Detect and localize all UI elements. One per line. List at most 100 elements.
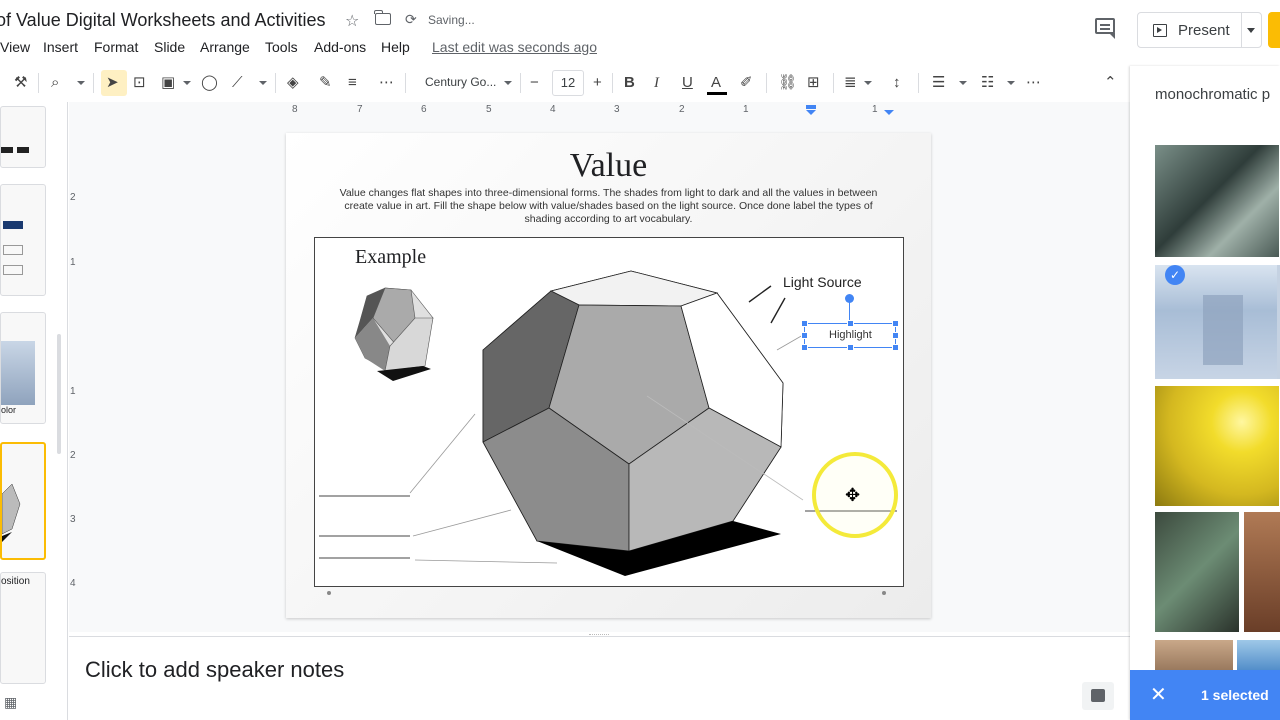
align-icon[interactable]: ≣ xyxy=(844,74,857,92)
link-icon[interactable]: ⛓ xyxy=(778,74,797,92)
text-color-button[interactable]: A xyxy=(711,74,721,92)
share-button[interactable] xyxy=(1268,12,1280,48)
resize-handle[interactable] xyxy=(892,344,899,351)
highlight-label[interactable]: Highlight xyxy=(829,329,872,341)
image-icon[interactable]: ▣ xyxy=(161,74,175,92)
border-color-icon[interactable]: ✎ xyxy=(319,74,332,92)
fill-color-icon[interactable]: ◈ xyxy=(287,74,299,92)
comment-history-icon[interactable] xyxy=(1095,18,1115,39)
increase-font-button[interactable]: + xyxy=(593,74,602,92)
toolbar-divider xyxy=(833,73,834,93)
present-button[interactable]: Present xyxy=(1137,12,1262,48)
worksheet-frame[interactable]: Example Light Source Highlight xyxy=(314,237,904,587)
notes-resize-handle[interactable] xyxy=(589,634,609,637)
present-icon xyxy=(1153,24,1167,37)
menu-arrange[interactable]: Arrange xyxy=(200,39,250,55)
line-icon[interactable]: ⟋ xyxy=(232,74,243,92)
resize-handle[interactable] xyxy=(847,344,854,351)
ruler-tick-label: 5 xyxy=(486,104,492,115)
chevron-down-icon[interactable] xyxy=(183,81,191,85)
result-image-brown[interactable] xyxy=(1244,512,1280,632)
line-spacing-icon[interactable]: ↕ xyxy=(893,74,901,92)
bold-button[interactable]: B xyxy=(624,74,635,92)
bulleted-list-icon[interactable]: ☷ xyxy=(981,74,994,92)
menu-format[interactable]: Format xyxy=(94,39,138,55)
light-source-label[interactable]: Light Source xyxy=(783,274,862,290)
horizontal-ruler: 8 7 6 5 4 3 2 1 1 xyxy=(286,104,930,116)
paint-format-icon[interactable]: ⚒ xyxy=(14,74,27,92)
menu-addons[interactable]: Add-ons xyxy=(314,39,366,55)
ruler-tick-label: 1 xyxy=(70,386,76,397)
speaker-notes-placeholder[interactable]: Click to add speaker notes xyxy=(85,657,344,683)
chevron-down-icon[interactable] xyxy=(959,81,967,85)
left-indent-marker[interactable] xyxy=(806,110,816,115)
explore-search-query[interactable]: monochromatic p xyxy=(1155,86,1270,103)
decrease-font-button[interactable]: − xyxy=(530,74,539,92)
collapse-toolbar-icon[interactable]: ⌃ xyxy=(1104,74,1117,92)
ruler-tick-label: 2 xyxy=(679,104,685,115)
speaker-notes[interactable]: Click to add speaker notes xyxy=(69,634,1130,720)
chevron-down-icon[interactable] xyxy=(1007,81,1015,85)
slide-thumbnail[interactable]: osition xyxy=(0,572,46,684)
result-image-parliament-selected[interactable]: ✓ xyxy=(1155,265,1279,379)
slide-title[interactable]: Value xyxy=(286,147,931,185)
first-line-indent-marker[interactable] xyxy=(806,105,816,109)
result-image-yellow-landscape[interactable] xyxy=(1155,386,1279,506)
menu-slide[interactable]: Slide xyxy=(154,39,185,55)
add-comment-icon[interactable]: ⊞ xyxy=(807,74,820,92)
grid-view-icon[interactable]: ▦ xyxy=(4,694,17,711)
zoom-icon[interactable]: ⌕ xyxy=(51,74,59,92)
font-family-select[interactable]: Century Go... xyxy=(425,75,496,89)
border-dash-icon[interactable]: ⋯ xyxy=(379,74,394,92)
resize-handle[interactable] xyxy=(801,344,808,351)
title-bar: of Value Digital Worksheets and Activiti… xyxy=(0,0,1280,48)
select-cursor-icon[interactable]: ➤ xyxy=(106,74,119,92)
explore-button[interactable] xyxy=(1082,682,1114,710)
chevron-down-icon[interactable] xyxy=(504,81,512,85)
numbered-list-icon[interactable]: ☰ xyxy=(932,74,945,92)
menu-insert[interactable]: Insert xyxy=(43,39,78,55)
chevron-down-icon[interactable] xyxy=(259,81,267,85)
last-edit-link[interactable]: Last edit was seconds ago xyxy=(432,39,597,55)
check-icon[interactable]: ✓ xyxy=(1165,265,1185,285)
resize-handle[interactable] xyxy=(892,332,899,339)
highlight-color-icon[interactable]: ✐ xyxy=(740,74,753,92)
text-box-icon[interactable]: ⊡ xyxy=(133,74,146,92)
slide-thumbnail[interactable]: olor xyxy=(0,312,46,424)
move-folder-icon[interactable] xyxy=(374,10,391,25)
font-size-input[interactable]: 12 xyxy=(552,70,584,96)
slide-thumbnail-active[interactable] xyxy=(0,442,46,560)
slide-dot xyxy=(327,591,331,595)
shape-icon[interactable]: ◯ xyxy=(201,74,218,92)
slide-thumbnail[interactable] xyxy=(0,184,46,296)
more-options-icon[interactable]: ⋯ xyxy=(1026,74,1041,92)
filmstrip-scrollbar[interactable] xyxy=(57,334,61,454)
document-title[interactable]: of Value Digital Worksheets and Activiti… xyxy=(0,10,326,31)
slide-filmstrip: olor osition xyxy=(0,102,68,720)
chevron-down-icon[interactable] xyxy=(1247,28,1255,33)
resize-handle[interactable] xyxy=(801,332,808,339)
border-weight-icon[interactable]: ≡ xyxy=(348,74,357,92)
highlight-text-box[interactable]: Highlight xyxy=(801,320,899,351)
menu-help[interactable]: Help xyxy=(381,39,410,55)
chevron-down-icon[interactable] xyxy=(77,81,85,85)
close-icon[interactable]: ✕ xyxy=(1150,682,1167,707)
right-indent-marker[interactable] xyxy=(884,110,894,115)
rotation-handle[interactable] xyxy=(845,294,854,303)
ruler-tick-label: 6 xyxy=(421,104,427,115)
star-icon[interactable]: ☆ xyxy=(345,11,359,31)
result-image-tree[interactable] xyxy=(1155,145,1279,257)
slide-thumbnail[interactable] xyxy=(0,106,46,168)
italic-button[interactable]: I xyxy=(654,74,659,92)
resize-handle[interactable] xyxy=(892,320,899,327)
underline-button[interactable]: U xyxy=(682,74,693,92)
menu-view[interactable]: View xyxy=(0,39,30,55)
toolbar: ⚒ ⌕ ➤ ⊡ ▣ ◯ ⟋ ◈ ✎ ≡ ⋯ Century Go... − 12… xyxy=(0,66,1130,100)
menu-tools[interactable]: Tools xyxy=(265,39,298,55)
slide-canvas[interactable]: Value Value changes flat shapes into thr… xyxy=(286,133,931,618)
resize-handle[interactable] xyxy=(801,320,808,327)
resize-handle[interactable] xyxy=(847,320,854,327)
chevron-down-icon[interactable] xyxy=(864,81,872,85)
result-image-framed-art[interactable] xyxy=(1155,512,1239,632)
slide-instructions[interactable]: Value changes flat shapes into three-dim… xyxy=(336,187,881,226)
